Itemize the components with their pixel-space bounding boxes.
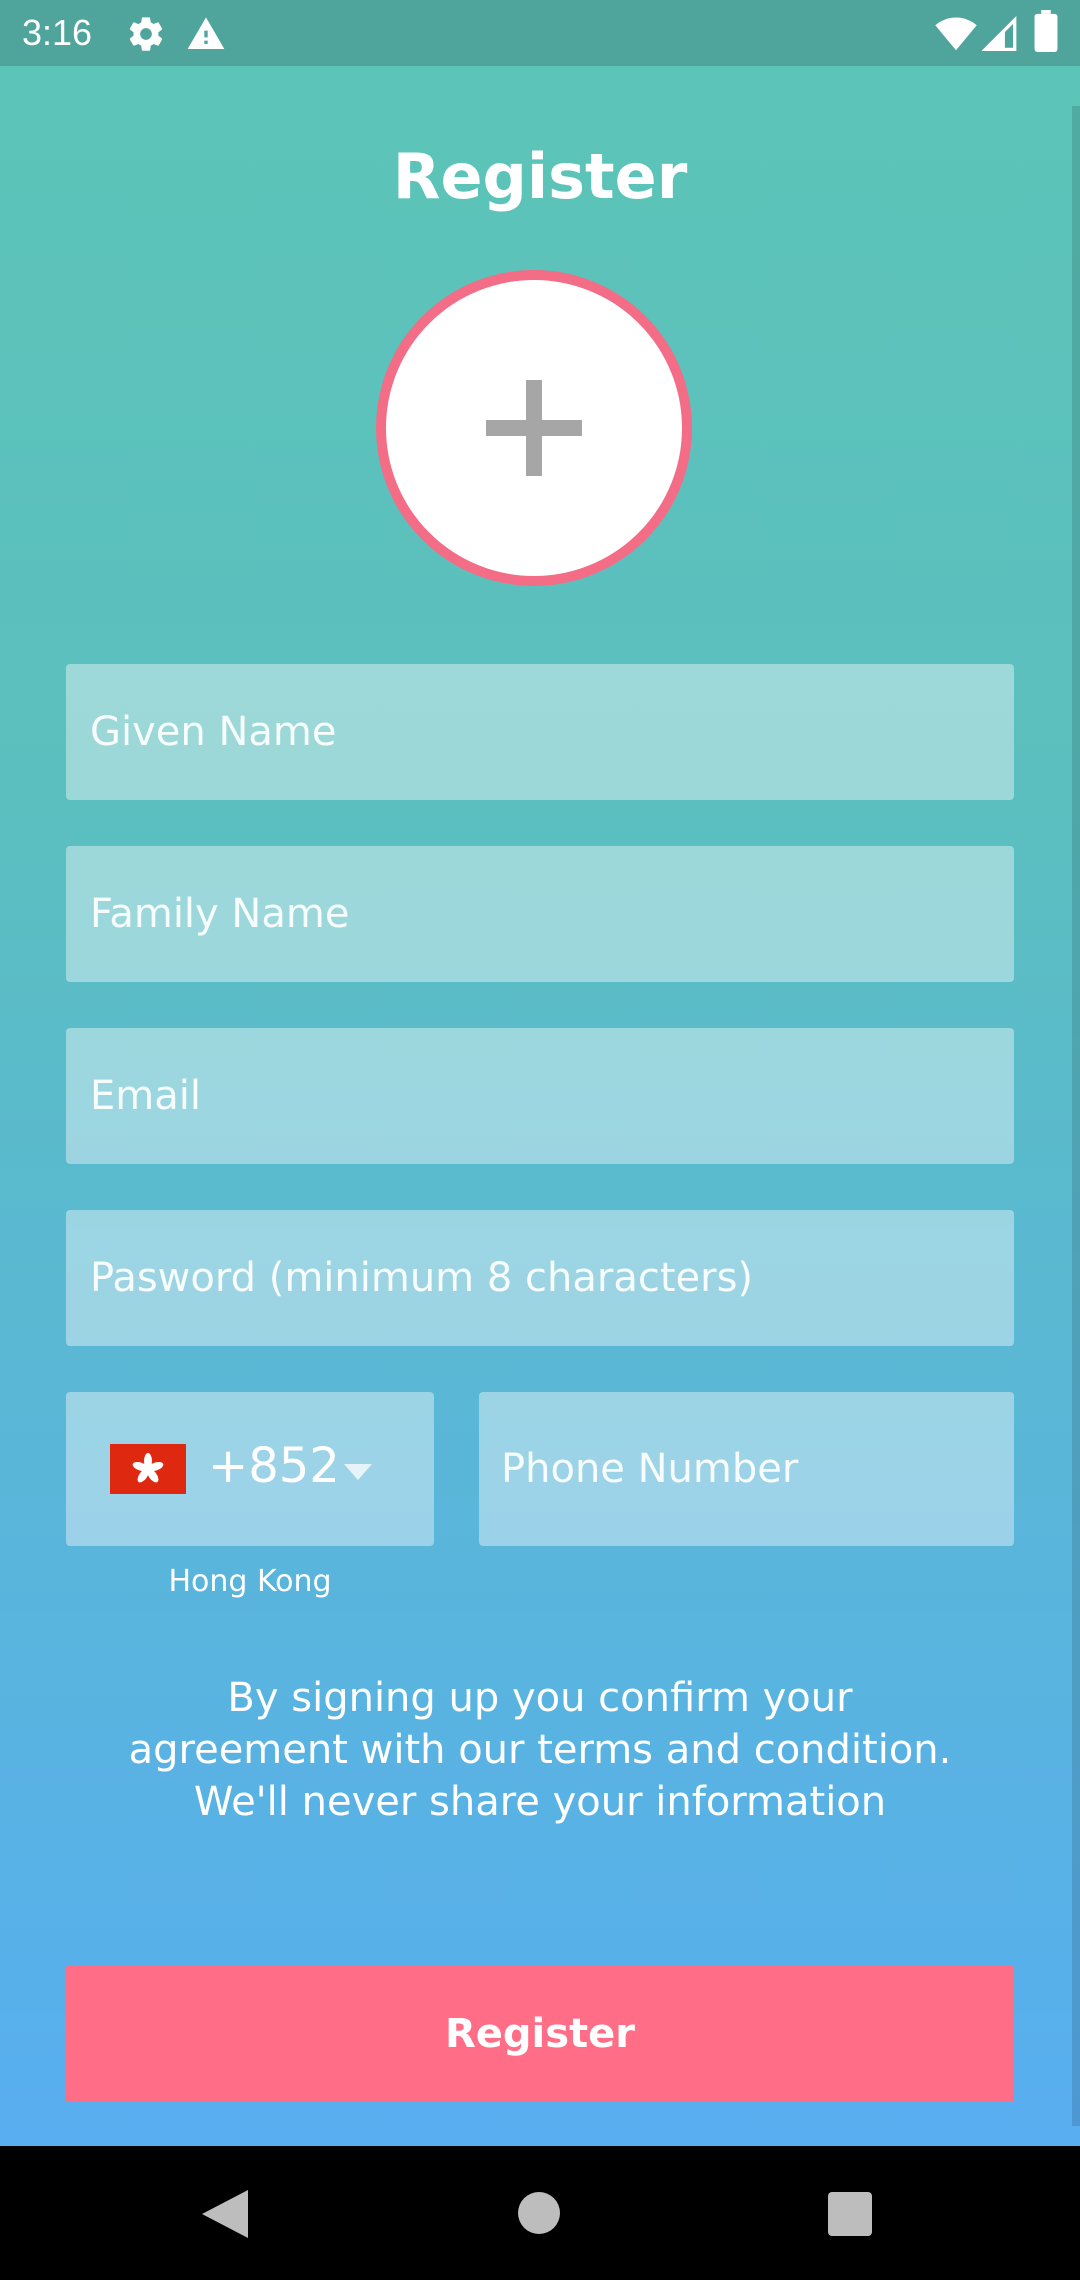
alert-icon bbox=[187, 17, 225, 49]
wifi-icon bbox=[935, 17, 977, 51]
family-name-field[interactable] bbox=[66, 846, 1014, 982]
terms-line: By signing up you confirm your bbox=[227, 1675, 853, 1721]
password-input[interactable] bbox=[66, 1210, 1014, 1346]
phone-number-field[interactable] bbox=[479, 1392, 1014, 1546]
phone-number-input[interactable] bbox=[479, 1392, 1014, 1546]
gear-icon bbox=[129, 17, 163, 51]
country-name: Hong Kong bbox=[168, 1564, 332, 1599]
terms-line: agreement with our terms and condition. bbox=[128, 1727, 952, 1773]
navigation-bar bbox=[0, 2146, 1080, 2280]
country-code-selector[interactable]: +852 bbox=[66, 1392, 434, 1546]
status-time: 3:16 bbox=[22, 12, 93, 53]
recents-icon[interactable] bbox=[828, 2192, 872, 2236]
page-title: Register bbox=[392, 140, 688, 213]
hong-kong-flag-icon bbox=[110, 1444, 186, 1494]
given-name-field[interactable] bbox=[66, 664, 1014, 800]
avatar-upload-button[interactable] bbox=[376, 270, 692, 586]
email-input[interactable] bbox=[66, 1028, 1014, 1164]
email-field[interactable] bbox=[66, 1028, 1014, 1164]
dial-code: +852 bbox=[208, 1438, 340, 1494]
plus-icon bbox=[486, 380, 582, 476]
password-field[interactable] bbox=[66, 1210, 1014, 1346]
family-name-input[interactable] bbox=[66, 846, 1014, 982]
back-icon[interactable] bbox=[202, 2190, 248, 2238]
chevron-down-icon bbox=[344, 1464, 372, 1480]
scroll-edge bbox=[1072, 106, 1080, 2126]
register-screen: Register +852 Hong bbox=[0, 66, 1080, 2146]
battery-icon bbox=[1034, 10, 1058, 52]
home-icon[interactable] bbox=[518, 2192, 560, 2234]
terms-line: We'll never share your information bbox=[193, 1779, 887, 1825]
signal-icon bbox=[982, 15, 1017, 51]
given-name-input[interactable] bbox=[66, 664, 1014, 800]
status-bar: 3:16 bbox=[0, 0, 1080, 66]
register-button[interactable]: Register bbox=[66, 1966, 1014, 2102]
terms-text: By signing up you confirm your agreement… bbox=[90, 1672, 990, 1828]
